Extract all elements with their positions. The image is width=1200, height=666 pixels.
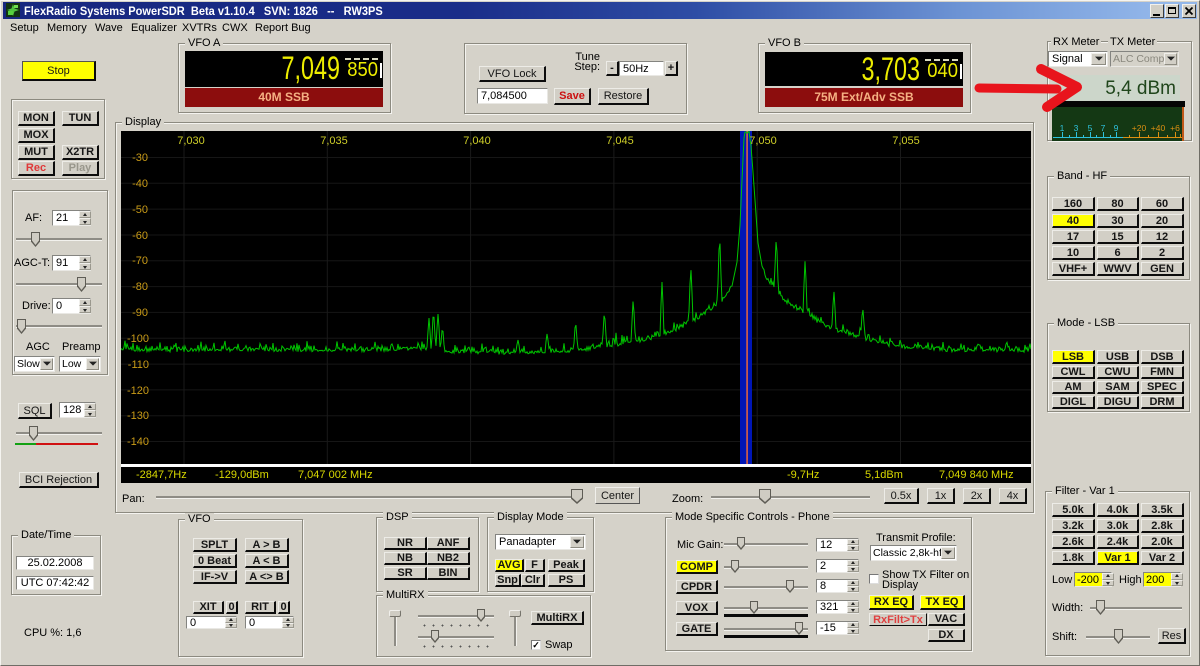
- svg-text:-120: -120: [127, 385, 149, 397]
- svg-text:1: 1: [1060, 123, 1065, 133]
- svg-text:-80: -80: [132, 281, 148, 293]
- svg-text:-90: -90: [132, 307, 148, 319]
- svg-text:7,050: 7,050: [749, 135, 777, 147]
- svg-text:7,055: 7,055: [892, 135, 920, 147]
- svg-text:-140: -140: [127, 436, 149, 448]
- svg-text:-130: -130: [127, 410, 149, 422]
- svg-text:+40: +40: [1151, 123, 1166, 133]
- svg-text:-110: -110: [128, 359, 149, 371]
- svg-text:7,045: 7,045: [606, 135, 634, 147]
- svg-text:7,030: 7,030: [177, 135, 205, 147]
- svg-text:7,040: 7,040: [463, 135, 491, 147]
- svg-text:-40: -40: [132, 178, 148, 190]
- svg-text:-60: -60: [132, 230, 148, 242]
- svg-text:-70: -70: [132, 255, 148, 267]
- svg-text:5: 5: [1088, 123, 1093, 133]
- svg-text:-50: -50: [132, 204, 148, 216]
- svg-text:-30: -30: [132, 152, 148, 164]
- svg-text:-100: -100: [127, 333, 149, 345]
- svg-text:3: 3: [1074, 123, 1079, 133]
- svg-text:+20: +20: [1132, 123, 1147, 133]
- svg-text:7,035: 7,035: [320, 135, 348, 147]
- svg-text:7: 7: [1101, 123, 1106, 133]
- svg-text:9: 9: [1114, 123, 1119, 133]
- svg-text:+6: +6: [1170, 123, 1180, 133]
